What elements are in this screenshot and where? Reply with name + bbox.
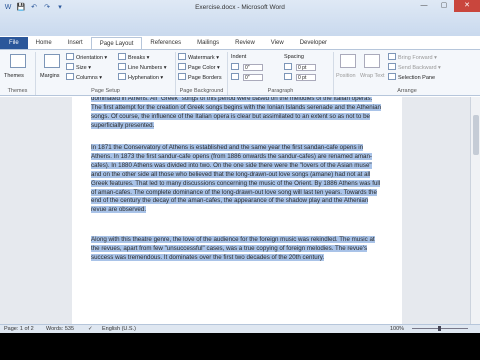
paragraph-3[interactable]: Along with this theatre genre, the love … bbox=[91, 236, 381, 263]
wrap-text-button[interactable]: Wrap Text bbox=[360, 72, 385, 80]
indent-right-icon bbox=[231, 73, 239, 80]
spacing-before-field[interactable]: 0 pt bbox=[284, 63, 316, 72]
paragraph-group: Indent Spacing 0" 0" 0 pt 0 pt Paragraph bbox=[228, 52, 334, 95]
page-borders-button[interactable]: Page Borders bbox=[178, 73, 222, 82]
hyphenation-button[interactable]: Hyphenation ▾ bbox=[118, 73, 163, 82]
themes-group-label: Themes bbox=[7, 88, 28, 94]
maximize-button[interactable]: ▢ bbox=[434, 0, 454, 12]
tab-developer[interactable]: Developer bbox=[292, 37, 335, 49]
paragraph-group-label: Paragraph bbox=[267, 88, 294, 94]
tab-file[interactable]: File bbox=[0, 37, 28, 49]
proofing-icon[interactable]: ✓ bbox=[88, 325, 93, 333]
title-bar: W 💾 ↶ ↷ ▾ Exercise.docx - Microsoft Word… bbox=[0, 0, 480, 36]
margins-button[interactable]: Margins bbox=[40, 72, 60, 80]
selection-pane-button[interactable]: Selection Pane bbox=[388, 73, 435, 82]
window-controls: — ▢ ✕ bbox=[414, 0, 480, 12]
margins-icon bbox=[44, 54, 60, 68]
tab-review[interactable]: Review bbox=[227, 37, 263, 49]
hyphenation-icon bbox=[118, 73, 126, 80]
spacing-before-icon bbox=[284, 63, 292, 70]
position-button[interactable]: Position bbox=[336, 72, 356, 80]
spacing-label: Spacing bbox=[284, 54, 304, 60]
zoom-slider-knob[interactable] bbox=[438, 326, 441, 331]
document-page[interactable]: dominated in Athens. All "Greek" songs o… bbox=[72, 97, 402, 324]
status-bar: Page: 1 of 2 Words: 535 ✓ English (U.S.)… bbox=[0, 324, 480, 333]
document-area[interactable]: dominated in Athens. All "Greek" songs o… bbox=[0, 97, 480, 324]
redo-icon[interactable]: ↷ bbox=[42, 3, 52, 13]
page-color-button[interactable]: Page Color ▾ bbox=[178, 63, 220, 72]
orientation-icon bbox=[66, 53, 74, 60]
position-icon bbox=[340, 54, 356, 68]
minimize-button[interactable]: — bbox=[414, 0, 434, 12]
paragraph-1[interactable]: dominated in Athens. All "Greek" songs o… bbox=[91, 97, 381, 131]
indent-right-field[interactable]: 0" bbox=[231, 73, 263, 82]
page-borders-icon bbox=[178, 73, 186, 80]
tab-page-layout[interactable]: Page Layout bbox=[90, 36, 143, 50]
tab-home[interactable]: Home bbox=[28, 37, 60, 49]
selection-pane-icon bbox=[388, 73, 396, 80]
page-setup-group: Margins Orientation ▾ Size ▾ Columns ▾ B… bbox=[36, 52, 176, 95]
vertical-scrollbar[interactable] bbox=[470, 97, 480, 324]
scrollbar-thumb[interactable] bbox=[473, 115, 479, 155]
ribbon: Themes Themes Margins Orientation ▾ Size… bbox=[0, 49, 480, 96]
breaks-icon bbox=[118, 53, 126, 60]
size-icon bbox=[66, 63, 74, 70]
wrap-text-icon bbox=[364, 54, 380, 68]
word-count[interactable]: Words: 535 bbox=[46, 325, 74, 333]
bring-forward-icon bbox=[388, 53, 396, 60]
customize-qat-icon[interactable]: ▾ bbox=[55, 3, 65, 13]
indent-label: Indent bbox=[231, 54, 247, 60]
send-backward-button[interactable]: Send Backward ▾ bbox=[388, 63, 441, 72]
paragraph-3-text[interactable]: Along with this theatre genre, the love … bbox=[91, 236, 375, 261]
paragraph-2-text[interactable]: In 1871 the Conservatory of Athens is es… bbox=[91, 144, 381, 214]
arrange-group-label: Arrange bbox=[397, 88, 417, 94]
page-background-group-label: Page Background bbox=[179, 88, 224, 94]
orientation-button[interactable]: Orientation ▾ bbox=[66, 53, 107, 62]
undo-icon[interactable]: ↶ bbox=[29, 3, 39, 13]
themes-icon bbox=[10, 54, 26, 68]
ribbon-tabs: File Home Insert Page Layout References … bbox=[0, 36, 480, 50]
indent-left-icon bbox=[231, 63, 239, 70]
bring-forward-button[interactable]: Bring Forward ▾ bbox=[388, 53, 437, 62]
tab-mailings[interactable]: Mailings bbox=[189, 37, 227, 49]
line-numbers-icon bbox=[118, 63, 126, 70]
columns-button[interactable]: Columns ▾ bbox=[66, 73, 102, 82]
save-icon[interactable]: 💾 bbox=[16, 3, 26, 13]
breaks-button[interactable]: Breaks ▾ bbox=[118, 53, 149, 62]
paragraph-2[interactable]: In 1871 the Conservatory of Athens is es… bbox=[91, 144, 381, 215]
themes-group: Themes Themes bbox=[0, 52, 36, 95]
page-setup-group-label: Page Setup bbox=[91, 88, 120, 94]
tab-view[interactable]: View bbox=[263, 37, 292, 49]
quick-access-toolbar: W 💾 ↶ ↷ ▾ bbox=[3, 3, 65, 13]
size-button[interactable]: Size ▾ bbox=[66, 63, 91, 72]
watermark-icon bbox=[178, 53, 186, 60]
line-numbers-button[interactable]: Line Numbers ▾ bbox=[118, 63, 167, 72]
window-title: Exercise.docx - Microsoft Word bbox=[195, 4, 285, 11]
indent-left-field[interactable]: 0" bbox=[231, 63, 263, 72]
language-status[interactable]: English (U.S.) bbox=[102, 325, 136, 333]
spacing-after-field[interactable]: 0 pt bbox=[284, 73, 316, 82]
page-background-group: Watermark ▾ Page Color ▾ Page Borders Pa… bbox=[176, 52, 228, 95]
tab-references[interactable]: References bbox=[142, 37, 189, 49]
spacing-after-icon bbox=[284, 73, 292, 80]
page-color-icon bbox=[178, 63, 186, 70]
page-count[interactable]: Page: 1 of 2 bbox=[4, 325, 34, 333]
columns-icon bbox=[66, 73, 74, 80]
word-window: W 💾 ↶ ↷ ▾ Exercise.docx - Microsoft Word… bbox=[0, 0, 480, 333]
zoom-level[interactable]: 100% bbox=[390, 325, 404, 333]
word-logo-icon[interactable]: W bbox=[3, 3, 13, 13]
watermark-button[interactable]: Watermark ▾ bbox=[178, 53, 219, 62]
themes-button[interactable]: Themes bbox=[4, 72, 24, 80]
tab-insert[interactable]: Insert bbox=[60, 37, 91, 49]
send-backward-icon bbox=[388, 63, 396, 70]
close-button[interactable]: ✕ bbox=[454, 0, 480, 12]
paragraph-1-text[interactable]: dominated in Athens. All "Greek" songs o… bbox=[91, 97, 381, 129]
arrange-group: Position Wrap Text Bring Forward ▾ Send … bbox=[334, 52, 480, 95]
